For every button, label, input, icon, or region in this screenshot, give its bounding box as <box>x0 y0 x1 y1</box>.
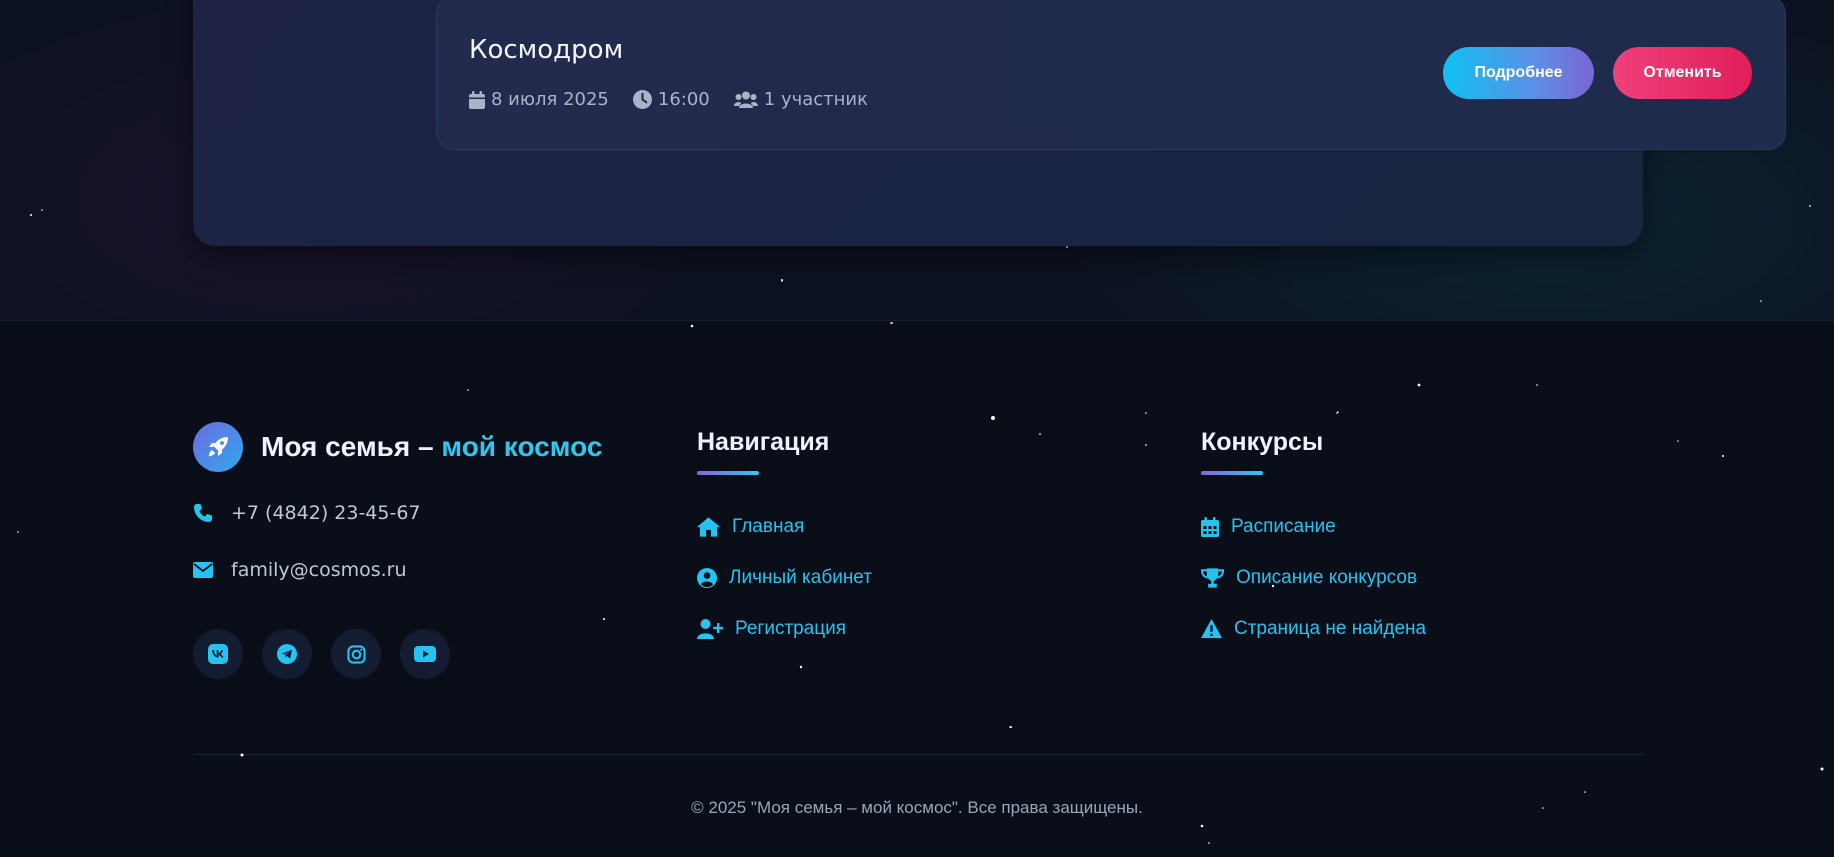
brand-name: Моя семья – мой космос <box>261 431 602 463</box>
nav-link-register-label: Регистрация <box>735 617 847 639</box>
contest-link-schedule-label: Расписание <box>1231 515 1336 537</box>
contest-link-not-found[interactable]: Страница не найдена <box>1201 603 1426 654</box>
social-telegram[interactable] <box>262 629 312 679</box>
social-vk[interactable] <box>193 629 243 679</box>
bookings-panel: Космодром 8 июля 2025 16:00 1 участник П… <box>193 0 1786 246</box>
footer-brand[interactable]: Моя семья – мой космос <box>193 422 602 472</box>
users-icon <box>733 91 758 108</box>
contact-email[interactable]: family@cosmos.ru <box>193 559 407 581</box>
telegram-icon <box>277 644 297 664</box>
clock-icon <box>632 90 652 109</box>
user-circle-icon <box>697 567 717 588</box>
social-instagram[interactable] <box>331 629 381 679</box>
nav-link-home-label: Главная <box>732 515 805 537</box>
contest-link-descriptions-label: Описание конкурсов <box>1236 566 1418 588</box>
warning-icon <box>1201 619 1222 638</box>
cancel-button[interactable]: Отменить <box>1613 47 1752 99</box>
calendar-icon <box>469 90 485 109</box>
user-plus-icon <box>697 618 723 639</box>
navigation-title-underline <box>697 471 759 475</box>
contest-link-schedule[interactable]: Расписание <box>1201 501 1426 552</box>
vk-icon <box>208 644 228 664</box>
site-footer: Моя семья – мой космос +7 (4842) 23-45-6… <box>0 321 1834 857</box>
calendar-icon <box>1201 516 1219 537</box>
contact-phone[interactable]: +7 (4842) 23-45-67 <box>193 502 421 524</box>
footer-contests: Конкурсы Расписание Описание конкурсов С… <box>1201 428 1426 654</box>
booking-date: 8 июля 2025 <box>469 89 609 110</box>
footer-navigation: Навигация Главная Личный кабинет Регистр… <box>697 428 872 654</box>
home-icon <box>697 516 720 537</box>
youtube-icon <box>414 646 436 662</box>
nav-link-account[interactable]: Личный кабинет <box>697 552 872 603</box>
contests-title-underline <box>1201 471 1263 475</box>
contact-email-text: family@cosmos.ru <box>231 559 407 581</box>
booking-meta: 8 июля 2025 16:00 1 участник <box>469 89 892 110</box>
nav-link-account-label: Личный кабинет <box>729 566 872 588</box>
contests-links: Расписание Описание конкурсов Страница н… <box>1201 501 1426 654</box>
brand-name-accent: мой космос <box>441 431 603 462</box>
nav-link-register[interactable]: Регистрация <box>697 603 872 654</box>
nav-link-home[interactable]: Главная <box>697 501 872 552</box>
booking-participants-text: 1 участник <box>763 89 868 110</box>
social-youtube[interactable] <box>400 629 450 679</box>
booking-title: Космодром <box>469 35 624 65</box>
booking-date-text: 8 июля 2025 <box>491 89 609 110</box>
contests-title: Конкурсы <box>1201 428 1324 456</box>
navigation-links: Главная Личный кабинет Регистрация <box>697 501 872 654</box>
booking-participants: 1 участник <box>733 89 868 110</box>
details-button[interactable]: Подробнее <box>1443 47 1594 99</box>
booking-time: 16:00 <box>632 89 710 110</box>
instagram-icon <box>346 644 366 664</box>
rocket-icon <box>208 437 228 457</box>
contact-phone-text: +7 (4842) 23-45-67 <box>231 502 421 524</box>
booking-card: Космодром 8 июля 2025 16:00 1 участник П… <box>436 0 1786 150</box>
phone-icon <box>194 504 212 522</box>
envelope-icon <box>193 562 213 578</box>
contest-link-not-found-label: Страница не найдена <box>1234 617 1427 639</box>
brand-name-main: Моя семья – <box>261 431 442 462</box>
bookings-section: Космодром 8 июля 2025 16:00 1 участник П… <box>0 0 1834 321</box>
brand-logo <box>193 422 243 472</box>
navigation-title: Навигация <box>697 428 830 456</box>
trophy-icon <box>1201 567 1224 588</box>
booking-time-text: 16:00 <box>657 89 710 110</box>
footer-divider <box>193 754 1643 755</box>
copyright-text: © 2025 "Моя семья – мой космос". Все пра… <box>691 798 1143 817</box>
social-links <box>193 629 469 679</box>
contest-link-descriptions[interactable]: Описание конкурсов <box>1201 552 1426 603</box>
